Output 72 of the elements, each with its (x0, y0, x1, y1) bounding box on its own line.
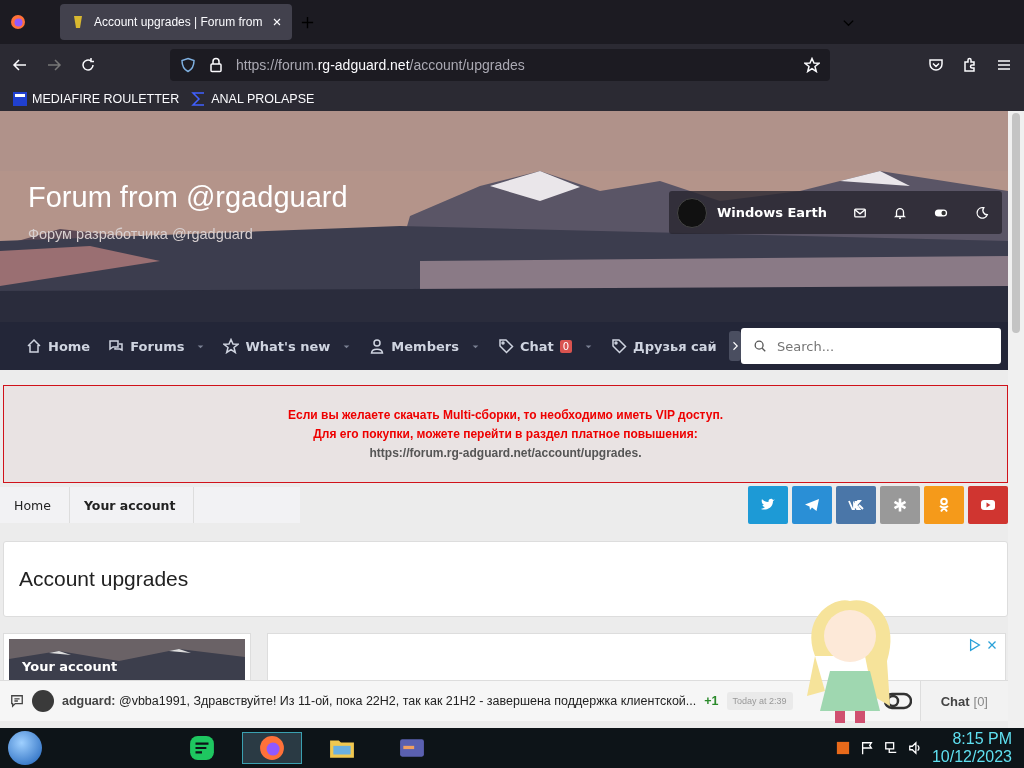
more-count: +1 (704, 694, 719, 708)
notice-text: Если вы желаете скачать Multi-сборки, то необходимо иметь VIP доступ. (288, 408, 723, 422)
envelope-icon (853, 205, 867, 220)
nav-tab[interactable]: Members (363, 338, 486, 354)
star-icon (223, 338, 240, 354)
ad-choices-icon (968, 638, 982, 652)
bookmark-star-icon (804, 57, 820, 73)
nav-tab[interactable]: Forums (102, 338, 212, 354)
breadcrumb-link[interactable]: Your account (69, 487, 195, 523)
paper-plane-icon (804, 497, 820, 513)
network-icon (883, 741, 898, 755)
share-button[interactable] (748, 486, 788, 524)
home-icon (26, 338, 42, 354)
bird-icon (760, 497, 776, 513)
browser-logo-icon (10, 14, 26, 30)
scroll-right-button[interactable] (728, 331, 741, 361)
nav-tab[interactable]: Home (20, 338, 97, 354)
nav-tab[interactable]: Друзья сай (605, 338, 723, 354)
toggle-icon (883, 691, 912, 711)
tag-icon (497, 338, 514, 354)
mf-square-icon (12, 90, 28, 107)
browser-tab[interactable]: Account upgrades | Forum from (60, 4, 292, 40)
pocket-icon (928, 57, 944, 73)
avatar-icon (676, 197, 707, 228)
share-button[interactable] (880, 486, 920, 524)
avatar-icon (32, 690, 54, 712)
tag-icon (611, 338, 628, 354)
back-icon (12, 57, 28, 73)
sidebar-heading: Your account (21, 658, 118, 674)
user-icon (369, 338, 386, 354)
search-icon (753, 339, 767, 353)
bookmark-link[interactable]: ANAL PROLAPSE (211, 91, 315, 106)
shield-icon (180, 57, 196, 73)
chat-button[interactable]: Chat [0] (919, 681, 1008, 721)
menu-icon (996, 57, 1012, 73)
browser-logo-icon (259, 735, 285, 761)
notice-text: Для его покупки, можете перейти в раздел платное повышения: (313, 427, 698, 441)
bell-icon (893, 205, 907, 220)
clock-date[interactable]: 10/12/2023 (931, 748, 1012, 766)
reload-icon (80, 57, 96, 73)
java-icon (835, 741, 850, 755)
notice-link-line: https://forum.rg-adguard.net/account/upgrades. (369, 446, 642, 460)
share-button[interactable] (968, 486, 1008, 524)
user-menu[interactable]: Windows Earth (668, 191, 840, 234)
play-icon (980, 497, 996, 513)
chat-message: adguard: @vbba1991, Здравствуйте! Из 11-ой, пока 22H2, так как 21H2 - завершена поддержка клиентской... (62, 694, 697, 708)
breadcrumb-link[interactable]: Home (0, 487, 70, 523)
asterisk-icon (892, 497, 908, 513)
speech-bubbles-icon (108, 338, 125, 354)
search-field[interactable]: Search... (741, 328, 1001, 364)
start-button[interactable] (8, 731, 42, 765)
address-bar[interactable]: https://forum.rg-adguard.net/account/upgrades (170, 49, 830, 81)
puzzle-icon (962, 57, 978, 73)
timestamp: Today at 2:39 (726, 692, 793, 710)
count-badge: 0 (559, 339, 573, 353)
nav-tab[interactable]: Chat 0 (491, 338, 600, 354)
nav-tab[interactable]: What's new (217, 338, 358, 354)
vk-logo-icon (848, 497, 864, 513)
forward-icon (46, 57, 62, 73)
speaker-icon (907, 741, 922, 755)
new-tab-icon (300, 14, 315, 30)
share-button[interactable] (792, 486, 832, 524)
flag-icon (859, 741, 874, 755)
bookmark-link[interactable]: MEDIAFIRE ROULETTER (32, 91, 180, 106)
clock-time[interactable]: 8:15 PM (952, 730, 1012, 748)
page-title: Account upgrades (19, 567, 189, 591)
moon-icon (975, 205, 989, 220)
notes-app-icon (189, 735, 215, 761)
share-button[interactable] (836, 486, 876, 524)
lock-icon (208, 57, 224, 73)
scrollbar-thumb[interactable] (1012, 113, 1020, 333)
chat-icon (10, 694, 24, 708)
